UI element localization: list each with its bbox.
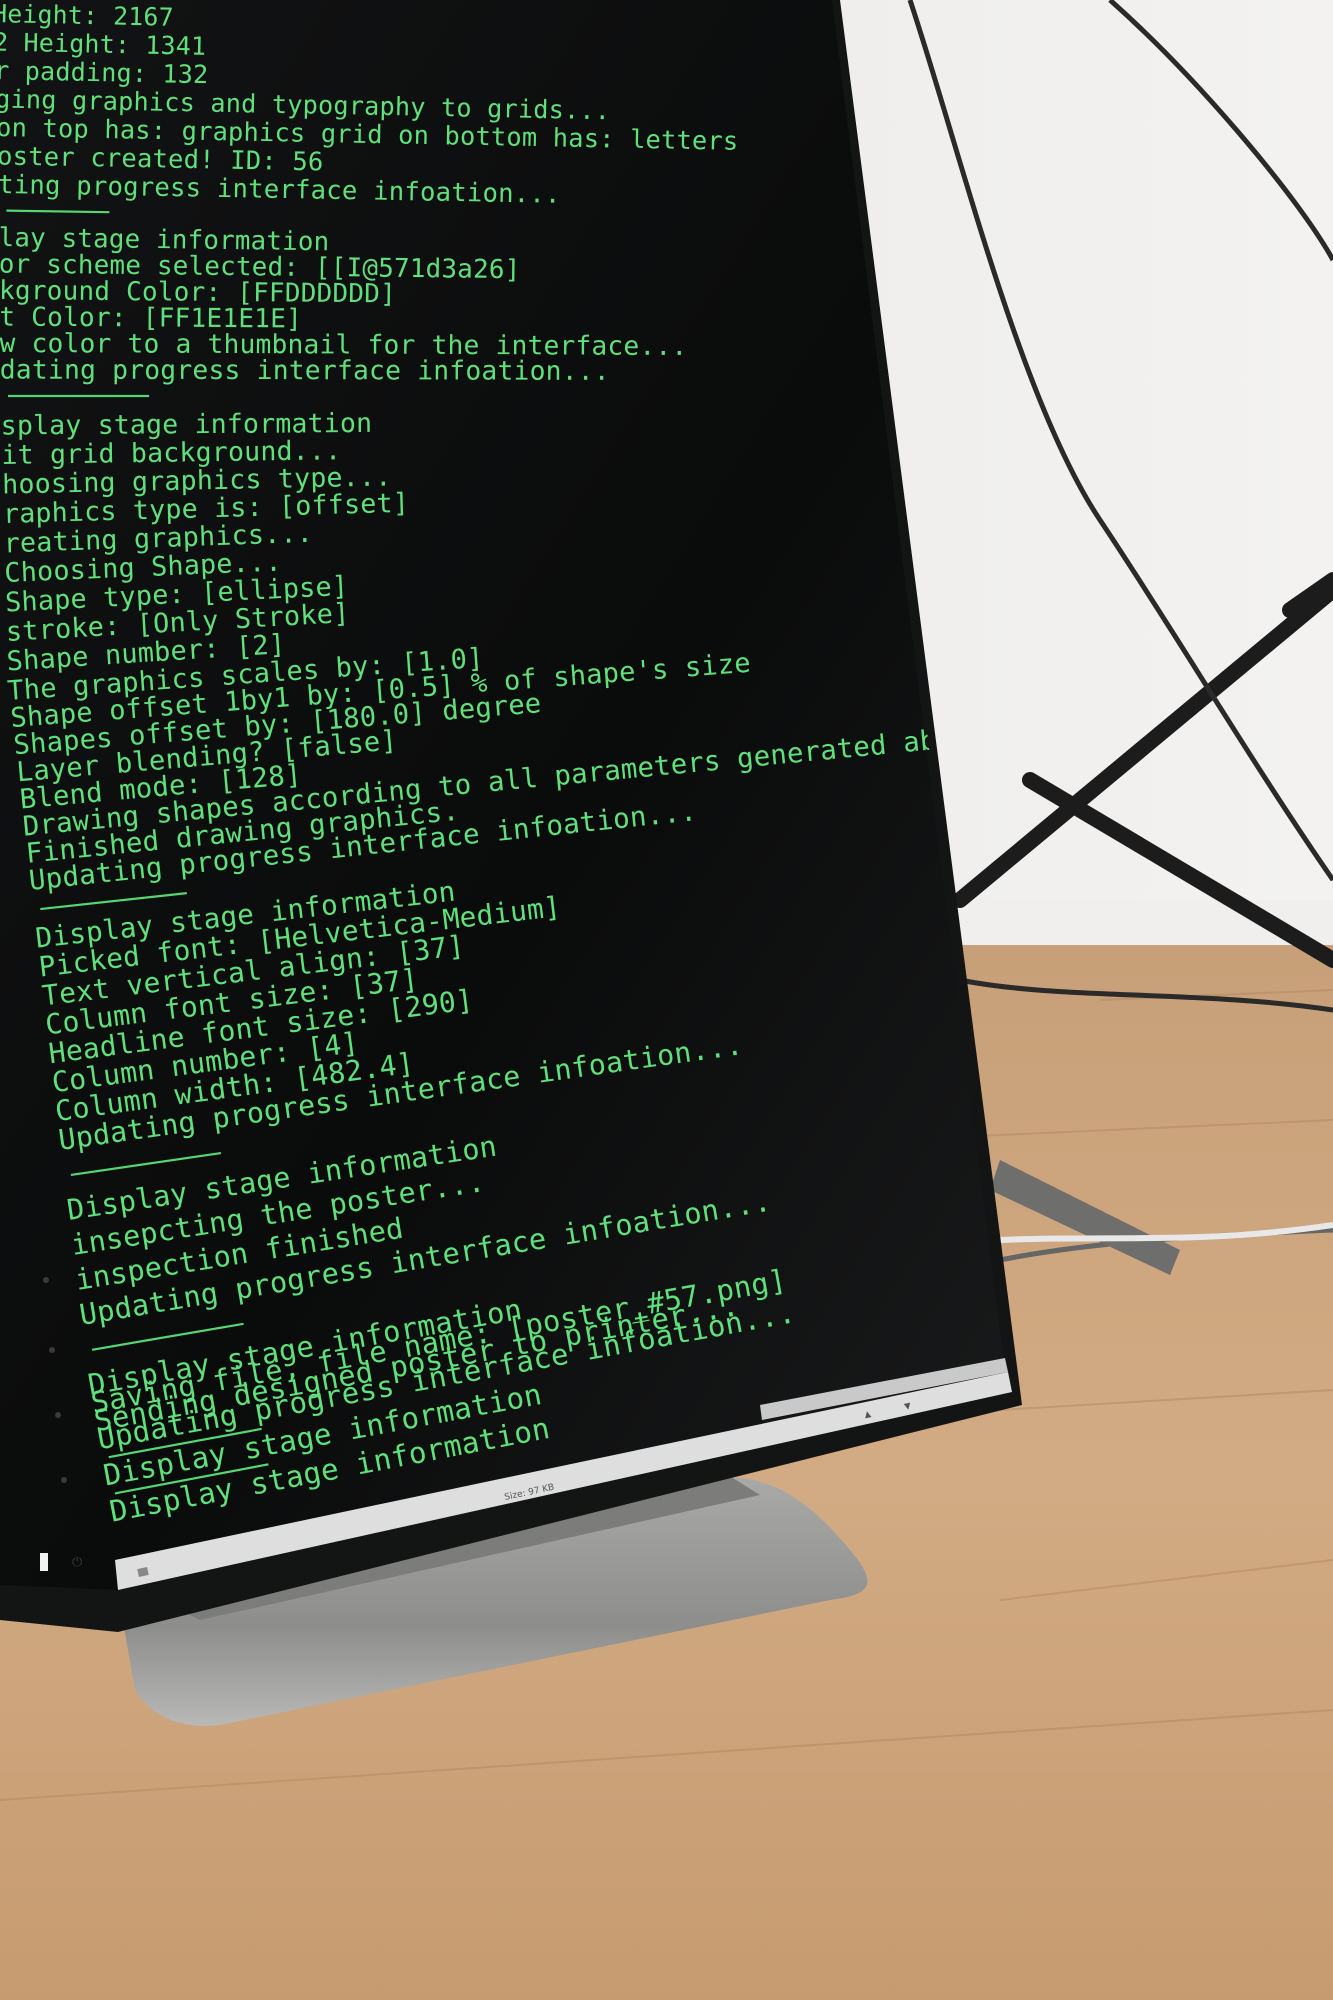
power-button-icon[interactable]: ⏻	[72, 1555, 82, 1570]
photo-scene: Size: 97 KB ▲ ▼ ⏻ Height: 21672 Height: …	[0, 0, 1333, 2000]
terminal-line: r padding: 132	[0, 56, 209, 89]
terminal-line: dating progress interface infoation...	[0, 356, 610, 387]
power-led	[40, 1553, 48, 1571]
terminal-line: Height: 2167	[0, 0, 174, 32]
